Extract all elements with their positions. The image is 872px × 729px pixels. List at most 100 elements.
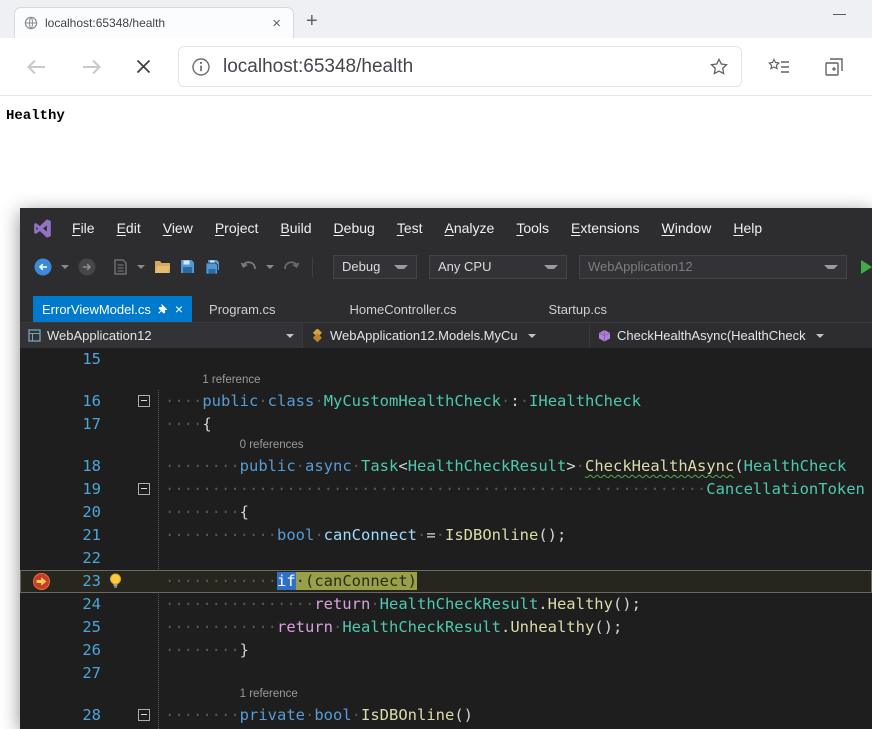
line-number: 25 (56, 616, 106, 639)
breakpoint-margin[interactable] (20, 501, 56, 524)
breakpoint-margin[interactable] (20, 570, 56, 593)
undo-icon[interactable] (239, 259, 257, 274)
new-item-dropdown-icon[interactable] (137, 265, 145, 269)
code-line-24: 24················return·HealthCheckResu… (20, 593, 872, 616)
platform-dropdown[interactable]: Any CPU (429, 255, 567, 279)
breakpoint-margin[interactable] (20, 639, 56, 662)
breakpoint-margin[interactable] (20, 390, 56, 413)
favorite-star-icon[interactable] (709, 57, 729, 77)
breakpoint-margin[interactable] (20, 704, 56, 727)
navigate-forward-icon[interactable] (78, 258, 96, 276)
menu-file[interactable]: File (61, 220, 106, 236)
breakpoint-margin[interactable] (20, 413, 56, 436)
breakpoint-margin[interactable] (20, 348, 56, 371)
configuration-dropdown[interactable]: Debug (333, 255, 417, 279)
collections-icon[interactable] (824, 57, 844, 82)
menu-debug[interactable]: Debug (323, 220, 386, 236)
project-icon (28, 329, 41, 342)
token: if (277, 572, 296, 590)
breakpoint-margin[interactable] (20, 662, 56, 685)
breakpoint-margin[interactable] (20, 616, 56, 639)
collapse-icon[interactable] (138, 395, 150, 407)
token: (); (594, 618, 622, 636)
token: ········································… (165, 480, 706, 498)
forward-icon[interactable] (80, 56, 104, 83)
token: · (314, 526, 323, 544)
bulb-margin (106, 639, 128, 662)
collapse-icon[interactable] (138, 709, 150, 721)
reference-count-link[interactable]: 0 references (20, 436, 304, 455)
member-dropdown[interactable]: CheckHealthAsync(HealthCheck (590, 323, 872, 348)
menu-edit[interactable]: Edit (106, 220, 152, 236)
tab-close-icon[interactable]: × (269, 15, 284, 32)
editor-tab-errorviewmodel.cs[interactable]: ErrorViewModel.cs × (33, 296, 192, 322)
token: HealthCheck (744, 457, 847, 475)
toolbar-separator (312, 257, 313, 277)
bulb-margin (106, 413, 128, 436)
menu-project[interactable]: Project (204, 220, 270, 236)
breakpoint-margin[interactable] (20, 478, 56, 501)
breakpoint-margin[interactable] (20, 455, 56, 478)
token: HealthCheckResult (380, 595, 539, 613)
menu-analyze[interactable]: Analyze (434, 220, 506, 236)
browser-tab-strip: localhost:65348/health × + — (0, 0, 872, 38)
token: } (240, 641, 249, 659)
fold-margin (128, 616, 154, 639)
menu-help[interactable]: Help (722, 220, 773, 236)
undo-dropdown-icon[interactable] (266, 265, 274, 269)
menu-window[interactable]: Window (651, 220, 723, 236)
navigate-back-dropdown-icon[interactable] (61, 265, 69, 269)
address-bar[interactable]: localhost:65348/health (178, 46, 742, 87)
close-icon[interactable]: × (175, 302, 183, 316)
redo-icon[interactable] (283, 259, 301, 274)
start-debugging-icon[interactable] (861, 260, 872, 274)
menu-extensions[interactable]: Extensions (560, 220, 651, 236)
type-dropdown[interactable]: WebApplication12.Models.MyCu (303, 323, 590, 348)
code-editor[interactable]: 151 reference16····public·class·MyCustom… (20, 348, 872, 729)
bulb-margin (106, 501, 128, 524)
menu-view[interactable]: View (152, 220, 204, 236)
token: (canConnect) (305, 572, 417, 590)
reference-count-link[interactable]: 1 reference (20, 371, 261, 390)
navigate-back-icon[interactable] (34, 258, 52, 276)
breakpoint-margin[interactable] (20, 593, 56, 616)
menu-tools[interactable]: Tools (505, 220, 560, 236)
token: (); (538, 526, 566, 544)
save-icon[interactable] (180, 259, 195, 274)
tab-title: localhost:65348/health (45, 16, 269, 30)
editor-tab-startup.cs[interactable]: Startup.cs (539, 296, 616, 322)
editor-tab-homecontroller.cs[interactable]: HomeController.cs (341, 296, 466, 322)
collapse-icon[interactable] (138, 483, 150, 495)
startup-project-dropdown[interactable]: WebApplication12 (579, 255, 847, 279)
breakpoint-margin[interactable] (20, 524, 56, 547)
stop-icon[interactable] (134, 57, 153, 81)
token: · (576, 457, 585, 475)
site-info-icon[interactable] (191, 57, 211, 77)
new-tab-button[interactable]: + (306, 11, 318, 31)
breakpoint-margin[interactable] (20, 547, 56, 570)
project-dropdown[interactable]: WebApplication12 (20, 323, 303, 348)
back-icon[interactable] (24, 56, 48, 83)
tab-label: ErrorViewModel.cs (42, 302, 151, 317)
line-number: 26 (56, 639, 106, 662)
line-number: 18 (56, 455, 106, 478)
bulb-margin (106, 524, 128, 547)
browser-tab[interactable]: localhost:65348/health × (14, 7, 294, 38)
menu-test[interactable]: Test (386, 220, 434, 236)
save-all-icon[interactable] (204, 259, 222, 275)
window-minimize-button[interactable]: — (833, 6, 846, 21)
token: return (277, 618, 333, 636)
new-item-icon[interactable] (113, 259, 128, 275)
fold-margin (128, 524, 154, 547)
bulb-margin (106, 616, 128, 639)
token: IsDBOnline (361, 706, 454, 724)
fold-margin (128, 639, 154, 662)
menu-build[interactable]: Build (269, 220, 322, 236)
editor-tab-program.cs[interactable]: Program.cs (200, 296, 284, 322)
fold-margin (128, 390, 154, 413)
reference-count-link[interactable]: 1 reference (20, 685, 298, 704)
url-text[interactable]: localhost:65348/health (223, 56, 709, 78)
open-folder-icon[interactable] (154, 260, 171, 274)
pin-icon[interactable] (158, 303, 168, 315)
favorites-hub-icon[interactable] (768, 58, 790, 81)
